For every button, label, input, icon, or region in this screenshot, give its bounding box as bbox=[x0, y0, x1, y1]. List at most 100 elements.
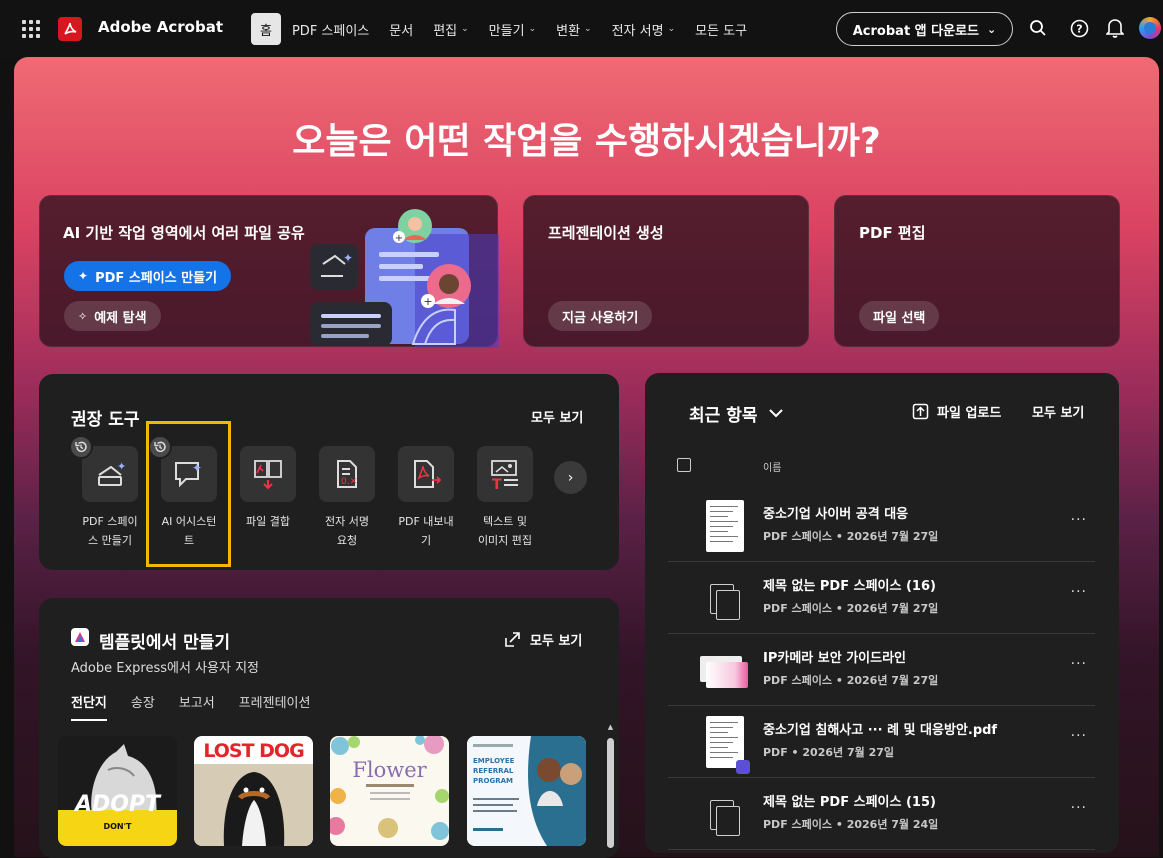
nav-item-7[interactable]: 모든 도구 bbox=[686, 13, 756, 45]
tool-export-pdf[interactable]: PDF 내보내 기 bbox=[389, 446, 463, 550]
chevron-down-icon bbox=[769, 409, 784, 418]
recent-title-dropdown[interactable]: 최근 항목 bbox=[689, 401, 784, 426]
select-file-button[interactable]: 파일 선택 bbox=[859, 301, 940, 331]
nav-item-3[interactable]: 편집 ⌄ bbox=[424, 13, 477, 45]
recent-title: 최근 항목 bbox=[689, 406, 758, 426]
tool-label-line-2: 요청 bbox=[336, 534, 358, 547]
top-bar: Adobe Acrobat 홈 PDF 스페이스 문서 편집 ⌄ 만들기 ⌄ 변환 ⌄ 전자 서명… bbox=[0, 0, 1163, 58]
employee-referral-text: EMPLOYEE REFERRAL PROGRAM bbox=[473, 757, 515, 785]
recommended-see-all-link[interactable]: 모두 보기 bbox=[531, 407, 583, 426]
recent-row[interactable]: 제목 없는 PDF 스페이스 (16) PDF 스페이스 • 2026년 7월 2… bbox=[668, 562, 1095, 634]
tool-request-signature[interactable]: 0.✕ 전자 서명 요청 bbox=[310, 446, 384, 550]
recent-row[interactable]: 제목 없는 PDF 스페이스 (15) PDF 스페이스 • 2026년 7월 2… bbox=[668, 778, 1095, 850]
tool-edit-text-image[interactable]: T 텍스트 및 이미지 편집 bbox=[468, 446, 542, 550]
explore-examples-button[interactable]: ✧ 예제 탐색 bbox=[64, 301, 161, 331]
hero-title: 오늘은 어떤 작업을 수행하시겠습니까? bbox=[292, 121, 881, 162]
recent-row[interactable]: 중소기업 침해사고 ··· 례 및 대응방안.pdf PDF • 2026년 7월… bbox=[668, 706, 1095, 778]
scroll-thumb[interactable] bbox=[607, 738, 614, 848]
acrobat-logo-icon[interactable] bbox=[58, 17, 82, 41]
ai-assistant-highlight bbox=[146, 421, 231, 567]
tool-label: 전자 서명 요청 bbox=[310, 512, 384, 550]
pdf-edit-card[interactable]: PDF 편집 파일 선택 bbox=[834, 195, 1120, 347]
adobe-express-icon bbox=[71, 628, 89, 646]
select-all-checkbox[interactable] bbox=[677, 458, 691, 472]
nav-item-label: 편집 bbox=[433, 23, 458, 39]
recent-row-thumbnail bbox=[700, 644, 748, 698]
tool-pdf-space[interactable]: ✦ PDF 스페이 스 만들기 bbox=[73, 446, 147, 550]
nav-item-5[interactable]: 변환 ⌄ bbox=[547, 13, 600, 45]
recent-row-thumbnail bbox=[702, 788, 746, 842]
upload-file-label: 파일 업로드 bbox=[937, 406, 1002, 421]
app-name[interactable]: Adobe Acrobat bbox=[98, 18, 223, 36]
more-options-icon[interactable]: ··· bbox=[1071, 512, 1087, 528]
recent-row-thumbnail bbox=[702, 716, 750, 774]
recent-row-name: 제목 없는 PDF 스페이스 (16) bbox=[763, 579, 936, 594]
nav-item-6[interactable]: 전자 서명 ⌄ bbox=[603, 13, 685, 45]
use-now-button[interactable]: 지금 사용하기 bbox=[548, 301, 653, 331]
nav-item-label: 전자 서명 bbox=[611, 23, 664, 39]
nav-item-0[interactable]: 홈 bbox=[251, 13, 281, 45]
flower-border-illustration bbox=[330, 736, 449, 840]
recent-row[interactable]: IP카메라 보안 가이드라인 PDF 스페이스 • 2026년 7월 27일 ··· bbox=[668, 634, 1095, 706]
tool-label: 텍스트 및 이미지 편집 bbox=[468, 512, 542, 550]
template-tab-0[interactable]: 전단지 bbox=[71, 692, 107, 721]
recent-row-meta: PDF 스페이스 • 2026년 7월 27일 bbox=[763, 530, 939, 543]
combine-files-icon bbox=[240, 446, 296, 502]
template-employee-referral[interactable]: EMPLOYEE REFERRAL PROGRAM bbox=[467, 736, 586, 846]
help-icon[interactable]: ? bbox=[1068, 17, 1090, 39]
nav-item-label: 변환 bbox=[556, 23, 581, 39]
recent-row-meta: PDF 스페이스 • 2026년 7월 27일 bbox=[763, 674, 939, 687]
template-adopt[interactable]: ADOPT DON'T bbox=[58, 736, 177, 846]
search-icon[interactable] bbox=[1027, 17, 1049, 39]
nav-item-1[interactable]: PDF 스페이스 bbox=[283, 13, 378, 45]
more-options-icon[interactable]: ··· bbox=[1071, 656, 1087, 672]
user-avatar[interactable] bbox=[1139, 17, 1161, 39]
svg-text:+: + bbox=[395, 233, 403, 244]
svg-text:✦: ✦ bbox=[117, 460, 126, 473]
upload-icon bbox=[912, 403, 929, 420]
more-options-icon[interactable]: ··· bbox=[1071, 584, 1087, 600]
svg-text:+: + bbox=[423, 295, 432, 308]
template-lost-dog[interactable]: LOST DOG bbox=[194, 736, 313, 846]
templates-scrollbar[interactable]: ▲ bbox=[606, 722, 615, 848]
tool-label-line-1: PDF 내보내 bbox=[398, 515, 454, 528]
tool-combine-files[interactable]: 파일 결합 bbox=[231, 446, 305, 531]
template-tab-1[interactable]: 송장 bbox=[131, 692, 155, 721]
presentation-card-title: 프레젠테이션 생성 bbox=[548, 224, 664, 242]
recent-row-name: 중소기업 침해사고 ··· 례 및 대응방안.pdf bbox=[763, 723, 998, 738]
more-options-icon[interactable]: ··· bbox=[1071, 728, 1087, 744]
chevron-down-icon: ⌄ bbox=[584, 24, 592, 34]
ai-workspace-illustration: ✦ + + bbox=[310, 209, 499, 348]
presentation-card[interactable]: 프레젠테이션 생성 지금 사용하기 bbox=[523, 195, 809, 347]
template-tab-3[interactable]: 프레젠테이션 bbox=[239, 692, 311, 721]
recent-row-meta: PDF 스페이스 • 2026년 7월 24일 bbox=[763, 818, 939, 831]
templates-see-all-link[interactable]: 모두 보기 bbox=[504, 630, 582, 649]
ai-workspace-card[interactable]: AI 기반 작업 영역에서 여러 파일 공유 ✦ PDF 스페이스 만들기 ✧ … bbox=[39, 195, 499, 348]
recent-row-name: IP카메라 보안 가이드라인 bbox=[763, 651, 907, 666]
notifications-bell-icon[interactable] bbox=[1104, 17, 1126, 39]
upload-file-button[interactable]: 파일 업로드 bbox=[912, 402, 1001, 421]
recent-row[interactable]: 중소기업 사이버 공격 대응 PDF 스페이스 • 2026년 7월 27일 ··· bbox=[668, 490, 1095, 562]
ai-card-title: AI 기반 작업 영역에서 여러 파일 공유 bbox=[63, 224, 305, 242]
lost-dog-text: LOST DOG bbox=[203, 740, 304, 762]
tool-label: 파일 결합 bbox=[231, 512, 305, 531]
chevron-down-icon: ⌄ bbox=[461, 24, 469, 34]
tool-label-line-1: 파일 결합 bbox=[246, 515, 290, 528]
nav-item-2[interactable]: 문서 bbox=[380, 13, 422, 45]
app-switcher-icon[interactable] bbox=[22, 20, 40, 38]
nav-item-label: 문서 bbox=[389, 23, 414, 39]
more-options-icon[interactable]: ··· bbox=[1071, 800, 1087, 816]
nav-item-4[interactable]: 만들기 ⌄ bbox=[480, 13, 545, 45]
recent-see-all-link[interactable]: 모두 보기 bbox=[1032, 402, 1084, 421]
template-tab-2[interactable]: 보고서 bbox=[179, 692, 215, 721]
history-icon bbox=[69, 435, 93, 459]
chevron-down-icon: ⌄ bbox=[667, 24, 676, 34]
templates-title: 템플릿에서 만들기 bbox=[99, 633, 231, 653]
scroll-up-icon[interactable]: ▲ bbox=[606, 722, 615, 731]
column-name-header[interactable]: 이름 bbox=[763, 459, 781, 474]
template-flower[interactable]: Flower bbox=[330, 736, 449, 846]
next-tools-button[interactable]: › bbox=[554, 461, 587, 494]
create-pdf-space-button[interactable]: ✦ PDF 스페이스 만들기 bbox=[64, 261, 232, 291]
tool-label-line-2: 스 만들기 bbox=[88, 534, 132, 547]
download-app-button[interactable]: Acrobat 앱 다운로드 ⌄ bbox=[836, 12, 1013, 46]
